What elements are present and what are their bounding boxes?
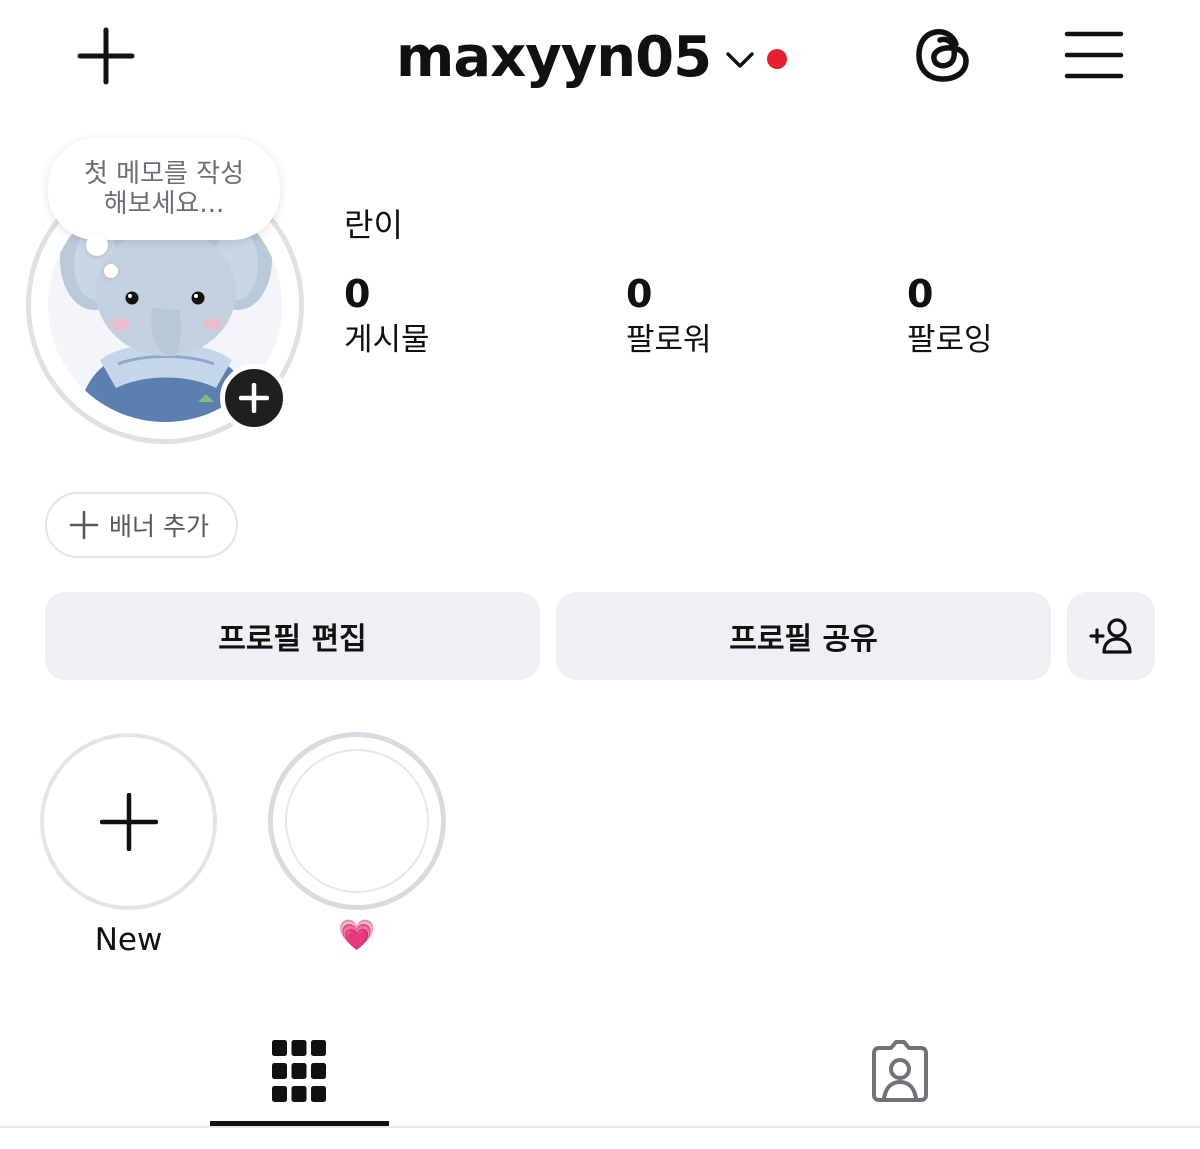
tab-divider bbox=[0, 1126, 1200, 1128]
hamburger-menu-icon[interactable] bbox=[1064, 30, 1124, 80]
note-placeholder-text: 첫 메모를 작성 해보세요... bbox=[83, 159, 245, 219]
edit-profile-button[interactable]: 프로필 편집 bbox=[45, 592, 540, 680]
stat-label: 팔로잉 bbox=[907, 322, 993, 358]
person-add-icon bbox=[1089, 618, 1132, 654]
add-banner-label: 배너 추가 bbox=[109, 512, 209, 541]
grid-icon bbox=[272, 1040, 326, 1102]
account-switcher[interactable]: maxyyn05 bbox=[396, 22, 788, 92]
stat-value: 0 bbox=[907, 272, 934, 316]
tagged-person-icon bbox=[872, 1040, 928, 1102]
edit-profile-label: 프로필 편집 bbox=[218, 622, 367, 657]
add-banner-button[interactable]: 배너 추가 bbox=[45, 492, 238, 558]
tab-tagged[interactable] bbox=[855, 1026, 945, 1116]
create-plus-icon[interactable] bbox=[76, 26, 136, 86]
note-tail-dot bbox=[104, 264, 118, 278]
plus-icon bbox=[239, 383, 269, 413]
share-profile-label: 프로필 공유 bbox=[729, 622, 878, 657]
plus-icon bbox=[69, 510, 99, 540]
share-profile-button[interactable]: 프로필 공유 bbox=[556, 592, 1051, 680]
tab-posts-grid[interactable] bbox=[254, 1026, 344, 1116]
stat-following[interactable]: 0 팔로잉 bbox=[907, 272, 993, 360]
discover-people-button[interactable] bbox=[1067, 592, 1155, 680]
highlight-item[interactable] bbox=[268, 732, 446, 910]
stat-value: 0 bbox=[626, 272, 653, 316]
stat-followers[interactable]: 0 팔로워 bbox=[626, 272, 712, 360]
add-story-button[interactable] bbox=[220, 364, 288, 432]
highlight-label: 💗 bbox=[338, 918, 376, 953]
note-bubble[interactable]: 첫 메모를 작성 해보세요... bbox=[48, 138, 280, 240]
stat-label: 팔로워 bbox=[626, 322, 712, 358]
threads-icon[interactable] bbox=[912, 24, 974, 86]
username[interactable]: maxyyn05 bbox=[396, 25, 712, 90]
chevron-down-icon[interactable] bbox=[725, 49, 755, 71]
top-bar: maxyyn05 bbox=[0, 0, 1200, 120]
notification-dot bbox=[767, 49, 788, 69]
display-name: 란이 bbox=[344, 206, 403, 244]
note-tail-dot bbox=[86, 234, 108, 256]
plus-icon bbox=[100, 793, 158, 851]
highlight-cover bbox=[285, 749, 429, 893]
new-highlight-button[interactable] bbox=[40, 733, 217, 910]
stat-posts[interactable]: 0 게시물 bbox=[344, 272, 430, 360]
highlight-label: New bbox=[94, 922, 163, 958]
stat-value: 0 bbox=[344, 272, 371, 316]
stat-label: 게시물 bbox=[344, 322, 430, 358]
